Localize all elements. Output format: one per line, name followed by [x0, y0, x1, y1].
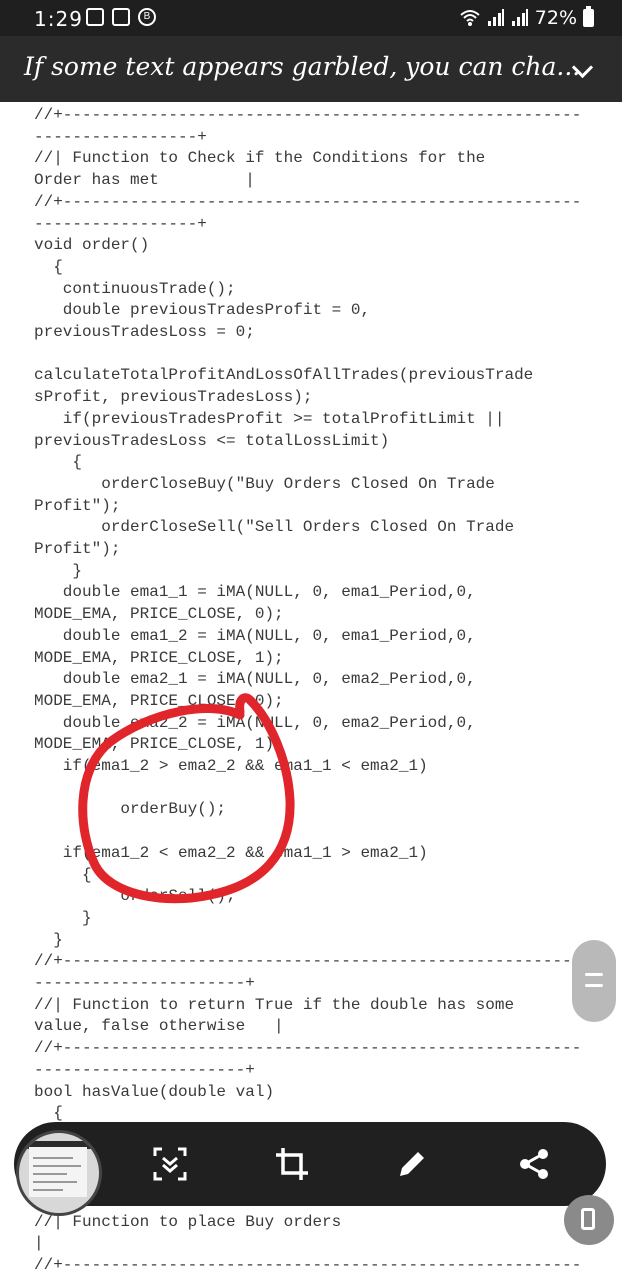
code-line: ----------------------+ [34, 974, 255, 992]
code-line: MODE_EMA, PRICE_CLOSE, 0); [34, 605, 284, 624]
code-line: MODE_EMA, PRICE_CLOSE, 1); [34, 735, 284, 754]
battery-percent: 72% [534, 7, 577, 29]
code-line: if(ema1_2 < ema2_2 && ema1_1 > ema2_1) [34, 843, 428, 862]
code-line: //| Function to Check if the Conditions … [34, 149, 486, 168]
code-line: orderCloseSell("Sell Orders Closed On Tr… [34, 518, 515, 537]
status-time: 1:29 [34, 7, 83, 31]
gallery-icon [86, 8, 104, 26]
status-bar: 1:29 B 72% [0, 0, 622, 36]
status-right-group: 72% [459, 6, 594, 29]
scroll-handle[interactable] [572, 940, 616, 1022]
code-line: //+-------------------------------------… [34, 192, 582, 211]
code-line: bool hasValue(double val) [34, 1082, 275, 1101]
code-line: //+-------------------------------------… [34, 952, 582, 971]
code-line: { [34, 1104, 63, 1123]
code-line: //+-------------------------------------… [34, 106, 582, 124]
code-line: sProfit, previousTradesLoss); [34, 388, 313, 407]
code-line: { [34, 453, 83, 472]
code-line: calculateTotalProfitAndLossOfAllTrades(p… [34, 366, 534, 385]
share-icon[interactable] [516, 1146, 552, 1182]
screenshot-thumbnail[interactable] [16, 1130, 102, 1216]
code-line: double ema2_2 = iMA(NULL, 0, ema2_Period… [34, 713, 476, 732]
battery-icon [583, 6, 594, 27]
code-line: //| Function to place Buy orders [34, 1212, 342, 1231]
code-line: double ema1_1 = iMA(NULL, 0, ema1_Period… [34, 583, 476, 602]
code-line: { [34, 865, 92, 884]
code-line: -----------------+ [34, 214, 207, 233]
code-line: { [34, 257, 63, 276]
code-line: MODE_EMA, PRICE_CLOSE, 0); [34, 691, 284, 710]
code-view[interactable]: //+-------------------------------------… [0, 102, 622, 1280]
code-line: if(previousTradesProfit >= totalProfitLi… [34, 409, 505, 428]
wifi-icon [460, 10, 480, 26]
code-line: | [34, 1234, 44, 1253]
code-line: } [34, 561, 83, 580]
b-badge-icon: B [138, 8, 156, 26]
crop-icon[interactable] [274, 1146, 310, 1182]
code-line: orderBuy(); [34, 800, 227, 819]
code-line: -----------------+ [34, 127, 207, 146]
code-line: value, false otherwise | [34, 1017, 284, 1036]
code-line: Order has met | [34, 171, 255, 190]
code-line: } [34, 908, 92, 927]
code-line: double ema1_2 = iMA(NULL, 0, ema1_Period… [34, 626, 476, 645]
scroll-capture-icon[interactable] [152, 1146, 188, 1182]
code-line: orderSell(); [34, 887, 236, 906]
signal-icon [511, 9, 528, 26]
code-line: previousTradesLoss = 0; [34, 323, 255, 341]
code-line: //| Function to return True if the doubl… [34, 995, 515, 1014]
code-line: if(ema1_2 > ema2_2 && ema1_1 < ema2_1) [34, 757, 428, 775]
code-line: double previousTradesProfit = 0, [34, 301, 371, 320]
banner-text: If some text appears garbled, you can ch… [24, 52, 581, 81]
code-line: continuousTrade(); [34, 279, 236, 298]
signal-icon [487, 9, 504, 26]
code-line: previousTradesLoss <= totalLossLimit) [34, 431, 390, 450]
code-line: orderCloseBuy("Buy Orders Closed On Trad… [34, 474, 495, 493]
rotate-screen-button[interactable] [564, 1195, 614, 1245]
translate-banner[interactable]: If some text appears garbled, you can ch… [0, 36, 622, 102]
code-line: Profit"); [34, 496, 121, 515]
code-line: MODE_EMA, PRICE_CLOSE, 1); [34, 648, 284, 667]
instagram-icon [112, 8, 130, 26]
code-line: double ema2_1 = iMA(NULL, 0, ema2_Period… [34, 670, 476, 689]
code-line: //+-------------------------------------… [34, 1039, 582, 1058]
code-line: //+-------------------------------------… [34, 1256, 582, 1275]
code-line: } [34, 930, 63, 949]
code-line: ----------------------+ [34, 1060, 255, 1079]
code-line: Profit"); [34, 540, 121, 558]
code-line: void order() [34, 236, 150, 255]
status-notification-icons: B [86, 8, 156, 26]
draw-icon[interactable] [394, 1146, 430, 1182]
